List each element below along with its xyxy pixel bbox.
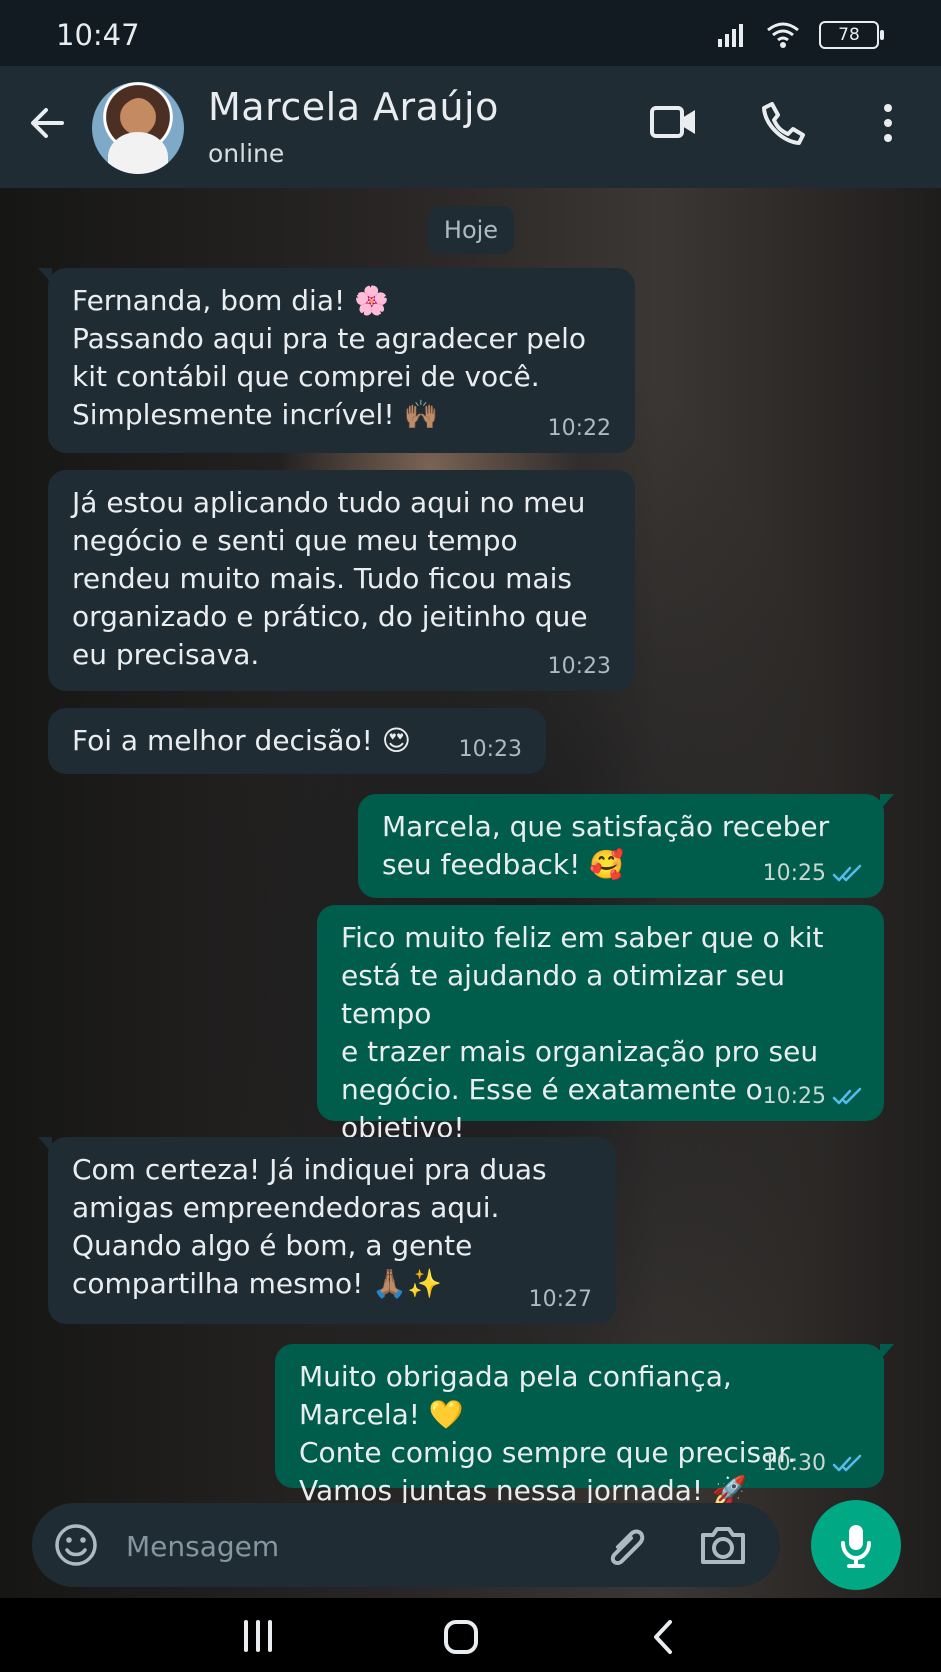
message-time: 10:23 <box>458 737 522 762</box>
attach-icon[interactable] <box>602 1523 648 1569</box>
back-arrow-icon[interactable] <box>26 102 68 144</box>
message-bubble-outgoing[interactable]: Muito obrigada pela confiança, Marcela! … <box>275 1344 894 1507</box>
recent-apps-icon[interactable] <box>240 1618 276 1654</box>
message-time: 10:30 <box>762 1451 826 1476</box>
read-receipt-icon <box>832 864 862 882</box>
message-text: Fico muito feliz em saber que o kit está… <box>341 921 824 1144</box>
message-bubble-incoming[interactable]: Foi a melhor decisão! 😍 10:23 <box>48 708 546 774</box>
bubble-tail <box>38 1137 52 1153</box>
message-time: 10:27 <box>528 1287 592 1312</box>
system-navigation-bar <box>0 1598 941 1672</box>
read-receipt-icon <box>832 1087 862 1105</box>
phone-icon[interactable] <box>760 100 806 146</box>
message-text: Com certeza! Já indiquei pra duas amigas… <box>72 1153 547 1300</box>
bubble-tail <box>880 794 894 810</box>
chat-header: Marcela Araújo online <box>0 66 941 188</box>
date-divider: Hoje <box>428 206 514 254</box>
message-bubble-incoming[interactable]: Fernanda, bom dia! 🌸 Passando aqui pra t… <box>38 268 635 453</box>
battery-icon: 78 <box>819 21 884 49</box>
message-time: 10:25 <box>762 1084 826 1109</box>
contact-status: online <box>208 139 285 168</box>
video-call-icon[interactable] <box>648 100 700 144</box>
camera-icon[interactable] <box>697 1521 749 1569</box>
bubble-tail <box>38 268 52 284</box>
message-time: 10:23 <box>547 654 611 679</box>
status-icons: 78 <box>717 20 884 50</box>
wifi-icon <box>767 22 799 48</box>
message-time: 10:22 <box>547 416 611 441</box>
message-text: Fernanda, bom dia! 🌸 Passando aqui pra t… <box>72 284 587 431</box>
mic-button[interactable] <box>811 1500 901 1590</box>
message-bubble-outgoing[interactable]: Fico muito feliz em saber que o kit está… <box>317 905 884 1144</box>
message-composer <box>32 1503 780 1587</box>
status-bar: 10:47 78 <box>0 0 941 66</box>
bubble-tail <box>880 1344 894 1360</box>
emoji-icon[interactable] <box>52 1521 100 1569</box>
message-text: Foi a melhor decisão! 😍 <box>72 724 411 757</box>
message-text: Muito obrigada pela confiança, Marcela! … <box>299 1360 797 1507</box>
mic-icon <box>841 1525 871 1568</box>
message-text: Já estou aplicando tudo aqui no meu negó… <box>72 486 588 671</box>
more-vertical-icon[interactable] <box>876 100 900 146</box>
back-icon[interactable] <box>648 1618 678 1656</box>
message-bubble-incoming[interactable]: Com certeza! Já indiquei pra duas amigas… <box>38 1137 616 1324</box>
status-time: 10:47 <box>56 18 140 52</box>
message-bubble-outgoing[interactable]: Marcela, que satisfação receber seu feed… <box>358 794 894 898</box>
home-icon[interactable] <box>442 1618 480 1656</box>
message-input[interactable] <box>124 1521 558 1571</box>
contact-name[interactable]: Marcela Araújo <box>208 85 499 129</box>
signal-icon <box>718 24 743 47</box>
message-time: 10:25 <box>762 861 826 886</box>
read-receipt-icon <box>832 1454 862 1472</box>
message-bubble-incoming[interactable]: Já estou aplicando tudo aqui no meu negó… <box>48 470 635 691</box>
avatar[interactable] <box>92 82 184 174</box>
